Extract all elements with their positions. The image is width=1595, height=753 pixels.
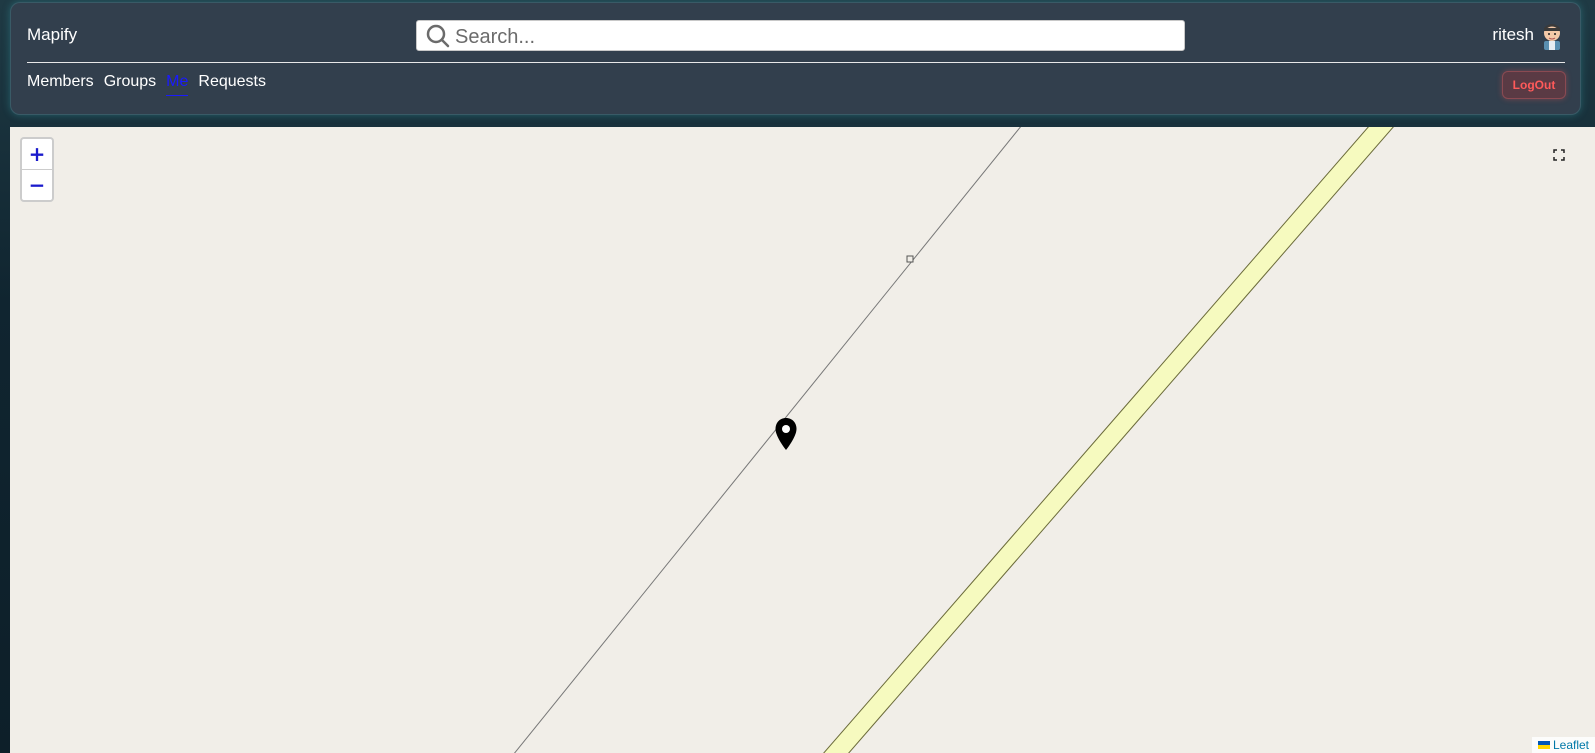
zoom-control: + − — [20, 137, 54, 202]
search-box[interactable] — [416, 20, 1185, 51]
leaflet-link[interactable]: Leaflet — [1553, 738, 1589, 752]
map-pin-icon[interactable] — [774, 417, 798, 451]
nav-link-requests[interactable]: Requests — [198, 73, 266, 96]
path-line — [513, 127, 1022, 753]
road — [823, 127, 1394, 753]
search-input[interactable] — [453, 24, 1177, 50]
navbar: Mapify ritesh Members Groups Me Requests… — [10, 2, 1581, 115]
navbar-divider — [27, 62, 1565, 63]
brand-logo[interactable]: Mapify — [27, 25, 77, 45]
zoom-out-button[interactable]: − — [22, 170, 52, 200]
map-view[interactable]: + − Leaflet — [10, 127, 1595, 753]
nav-link-members[interactable]: Members — [27, 73, 94, 96]
fullscreen-button[interactable] — [1533, 137, 1585, 173]
map-attribution: Leaflet — [1531, 737, 1595, 753]
nav-link-me[interactable]: Me — [166, 73, 189, 96]
search-icon — [426, 24, 450, 48]
user-name[interactable]: ritesh — [1492, 25, 1534, 45]
zoom-in-button[interactable]: + — [22, 139, 52, 170]
map-tiles — [513, 127, 1394, 753]
user-avatar-icon[interactable] — [1538, 20, 1566, 50]
logout-button[interactable]: LogOut — [1502, 71, 1566, 99]
nav-link-groups[interactable]: Groups — [104, 73, 156, 96]
ukraine-flag-icon — [1537, 741, 1550, 749]
fullscreen-icon — [1553, 149, 1565, 161]
path-node — [906, 255, 914, 263]
nav-links: Members Groups Me Requests — [27, 73, 266, 96]
